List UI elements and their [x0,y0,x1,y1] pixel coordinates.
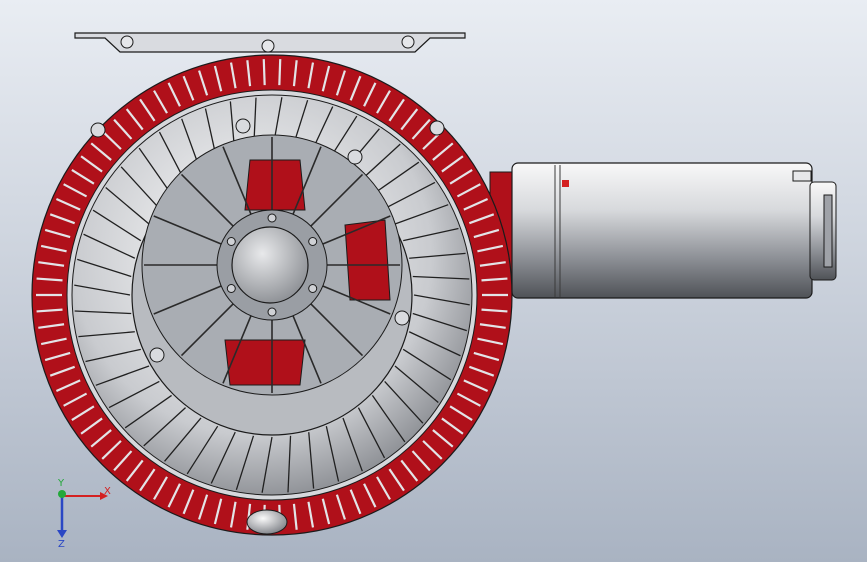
ring-slot [278,59,282,86]
mount-bolt [149,347,165,363]
y-axis-marker [58,490,66,498]
z-axis-label: Z [58,539,65,550]
bolt [226,284,236,293]
graphics-viewport[interactable]: X Y Z [0,0,867,562]
bolt [267,213,277,223]
motor-housing [489,162,837,299]
blower-model-view[interactable]: X Y Z [0,0,867,562]
y-axis-label: Y [57,478,65,489]
bolt [308,284,318,293]
mount-bolt [429,120,445,136]
mount-bolt [394,310,410,326]
mount-bolt [235,118,251,134]
mounting-bracket [74,32,466,53]
drain-fitting [246,509,288,535]
x-axis-label: X [104,486,111,497]
mount-bolt [347,149,363,165]
mount-bolt [90,122,106,138]
bolt [226,237,236,246]
ring-slot [262,59,266,86]
orientation-triad[interactable]: X Y Z [57,478,111,550]
bolt [308,237,318,246]
bolt [267,307,277,317]
